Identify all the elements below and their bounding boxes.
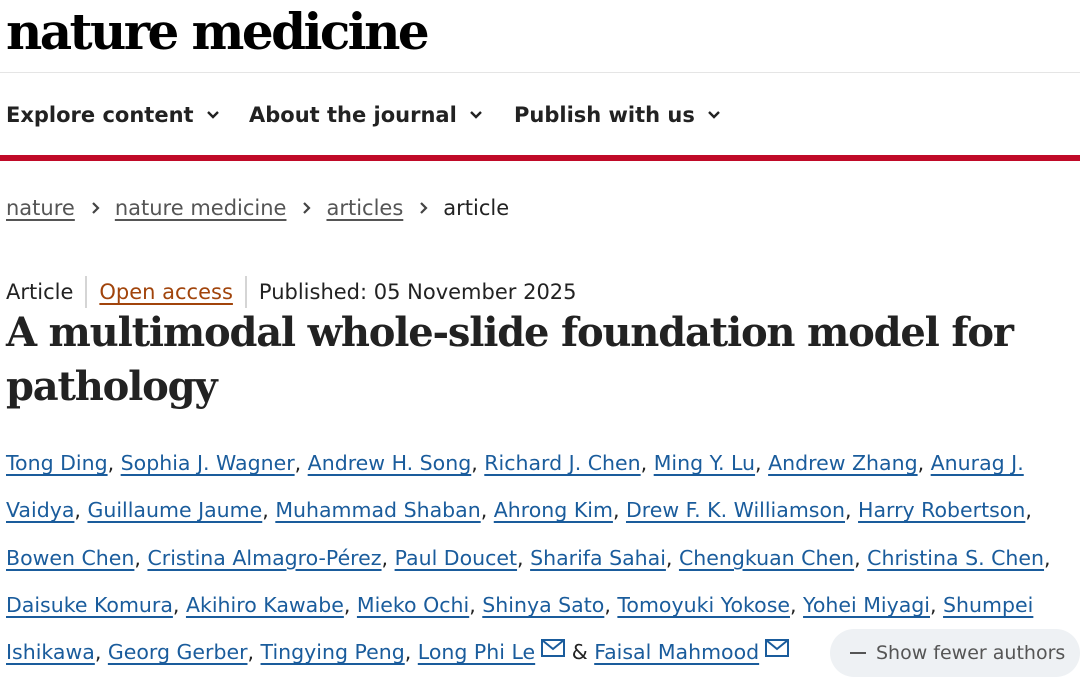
meta-divider [85,276,88,308]
author-link[interactable]: Ming Y. Lu [654,451,755,475]
author-separator: , [471,451,485,475]
author-separator: , [469,592,483,617]
chevron-down-icon [206,111,219,119]
open-access-link[interactable]: Open access [99,280,233,304]
author-link[interactable]: Chengkuan Chen [679,546,854,570]
author-link[interactable]: Tong Ding [6,451,108,475]
masthead: nature medicine [0,0,1080,73]
author-link[interactable]: Yohei Miyagi [803,593,930,617]
author-separator: , [107,451,121,475]
author-separator: , [755,451,769,475]
author-separator: , [404,640,418,665]
author-link[interactable]: Guillaume Jaume [87,498,262,522]
accent-divider [0,155,1080,161]
author-separator: , [134,545,148,570]
author-separator: , [294,451,308,475]
author-separator: , [854,545,868,570]
author-separator: , [665,545,679,570]
nav-explore-content[interactable]: Explore content [6,100,220,130]
author-link[interactable]: Christina S. Chen [867,546,1044,570]
author-link[interactable]: Daisuke Komura [6,593,173,617]
author-link[interactable]: Andrew H. Song [308,451,472,475]
show-fewer-label: Show fewer authors [876,642,1066,664]
author-link[interactable]: Faisal Mahmood [594,640,759,664]
author-link[interactable]: Shinya Sato [482,593,604,617]
author-separator: , [1025,498,1032,523]
published-date: Published: 05 November 2025 [258,280,577,304]
author-separator: , [1044,545,1051,570]
journal-logo[interactable]: nature medicine [6,2,430,62]
nav-label: Publish with us [514,103,695,127]
author-link[interactable]: Harry Robertson [858,498,1025,522]
breadcrumb-link-nature[interactable]: nature [6,196,75,220]
author-link[interactable]: Long Phi Le [418,640,535,664]
author-separator: , [612,498,626,523]
breadcrumb-current: article [443,196,510,220]
author-link[interactable]: Tomoyuki Yokose [617,593,790,617]
meta-divider [244,276,247,308]
article-type: Article [6,280,74,304]
author-link[interactable]: Sophia J. Wagner [121,451,295,475]
breadcrumb-link-nature-medicine[interactable]: nature medicine [115,196,287,220]
chevron-right-icon [92,202,100,214]
breadcrumb: nature nature medicine articles article [6,193,509,223]
envelope-icon[interactable] [541,639,566,658]
author-separator: , [74,498,88,523]
author-separator: , [790,592,804,617]
author-link[interactable]: Drew F. K. Williamson [626,498,845,522]
author-separator: , [845,498,859,523]
show-fewer-authors-button[interactable]: Show fewer authors [830,629,1080,677]
chevron-down-icon [469,111,482,119]
author-link[interactable]: Ahrong Kim [494,498,613,522]
author-separator: , [262,498,276,523]
author-link[interactable]: Tingying Peng [261,640,405,664]
chevron-down-icon [708,111,720,119]
nav-label: Explore content [6,103,194,127]
author-link[interactable]: Mieko Ochi [357,593,469,617]
author-link[interactable]: Cristina Almagro-Pérez [147,546,381,570]
author-link[interactable]: Muhammad Shaban [275,498,480,522]
chevron-right-icon [420,202,428,214]
author-separator: , [640,451,654,475]
author-separator: , [172,592,186,617]
author-link[interactable]: Richard J. Chen [484,451,640,475]
author-separator: , [381,545,395,570]
author-link[interactable]: Akihiro Kawabe [186,593,344,617]
author-link[interactable]: Paul Doucet [395,546,517,570]
author-separator: , [930,592,944,617]
article-meta: Article Open access Published: 05 Novemb… [6,276,577,308]
nav-about-the-journal[interactable]: About the journal [249,100,483,130]
author-link[interactable]: Sharifa Sahai [530,546,666,570]
author-separator: , [94,640,108,665]
author-separator: , [343,592,357,617]
nav-label: About the journal [249,103,457,127]
article-title: A multimodal whole-slide foundation mode… [6,309,1014,410]
author-link[interactable]: Bowen Chen [6,546,134,570]
breadcrumb-link-articles[interactable]: articles [326,196,403,220]
nav-publish-with-us[interactable]: Publish with us [514,100,721,130]
author-separator: , [480,498,494,523]
minus-icon [850,652,866,654]
author-separator: , [247,640,261,665]
author-separator: , [604,592,618,617]
author-separator: & [565,640,595,665]
author-link[interactable]: Georg Gerber [108,640,248,664]
chevron-right-icon [303,202,312,214]
main-nav: Explore content About the journal Publis… [0,73,1080,155]
envelope-icon[interactable] [765,639,790,658]
author-separator: , [917,451,931,475]
author-link[interactable]: Andrew Zhang [768,451,918,475]
author-separator: , [517,545,531,570]
